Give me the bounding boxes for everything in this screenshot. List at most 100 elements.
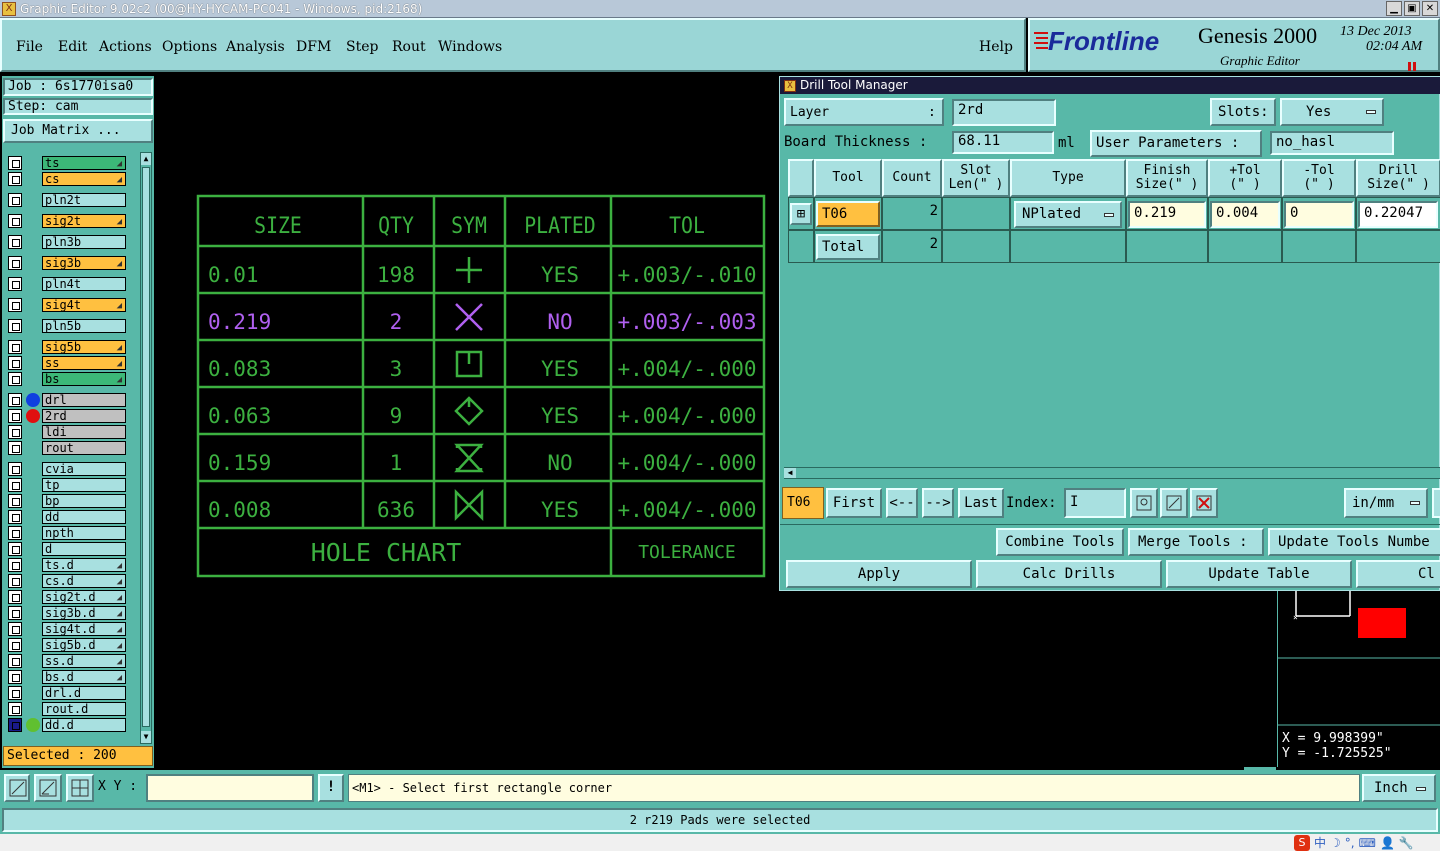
layer-row-sig3b[interactable]: sig3b ◢ xyxy=(8,256,126,270)
layer-row-pln4t[interactable]: pln4t xyxy=(8,277,126,291)
layer-scrollbar[interactable]: ▲ ▼ xyxy=(140,152,152,744)
column-header-1[interactable]: Tool xyxy=(814,159,882,197)
drill-input[interactable]: 0.22047 xyxy=(1358,201,1438,228)
layer-name[interactable]: ts.d ◢ xyxy=(42,558,126,572)
menu-actions[interactable]: Actions xyxy=(99,39,152,55)
layer-checkbox[interactable] xyxy=(8,298,22,312)
layer-row-drl[interactable]: drl xyxy=(8,393,126,407)
layer-checkbox[interactable] xyxy=(8,606,22,620)
layer-name[interactable]: npth xyxy=(42,526,126,540)
table-hscrollbar[interactable]: ◀ xyxy=(784,467,1440,479)
menu-file[interactable]: File xyxy=(16,39,43,55)
layer-row-tp[interactable]: tp xyxy=(8,478,126,492)
layer-row-pln5b[interactable]: pln5b xyxy=(8,319,126,333)
layer-row-d[interactable]: d xyxy=(8,542,126,556)
layer-name[interactable]: rout.d xyxy=(42,702,126,716)
layer-checkbox[interactable] xyxy=(8,372,22,386)
last-button[interactable]: Last xyxy=(958,488,1004,518)
scroll-left-icon[interactable]: ◀ xyxy=(784,468,796,478)
layer-row-cs-d[interactable]: cs.d ◢ xyxy=(8,574,126,588)
layer-value[interactable]: 2rd xyxy=(952,99,1056,126)
merge-tools-button[interactable]: Merge Tools : xyxy=(1128,528,1264,556)
layer-name[interactable]: pln4t xyxy=(42,277,126,291)
layer-row-sig4t[interactable]: sig4t ◢ xyxy=(8,298,126,312)
layer-row-dd[interactable]: dd xyxy=(8,510,126,524)
finish-input[interactable]: 0.219 xyxy=(1128,201,1206,228)
layer-row-pln2t[interactable]: pln2t xyxy=(8,193,126,207)
layer-checkbox[interactable] xyxy=(8,638,22,652)
layer-name[interactable]: rout xyxy=(42,441,126,455)
pause-icon[interactable] xyxy=(1408,60,1418,71)
column-header-4[interactable]: Type xyxy=(1010,159,1126,197)
column-header-0[interactable] xyxy=(788,159,814,197)
job-matrix-button[interactable]: Job Matrix ... xyxy=(3,119,153,143)
layer-checkbox[interactable] xyxy=(8,494,22,508)
layer-row-ss[interactable]: ss ◢ xyxy=(8,356,126,370)
layer-row-sig4t-d[interactable]: sig4t.d ◢ xyxy=(8,622,126,636)
layer-name[interactable]: ss.d ◢ xyxy=(42,654,126,668)
column-header-8[interactable]: Drill Size(" ) xyxy=(1356,159,1440,197)
layer-row-rout[interactable]: rout xyxy=(8,441,126,455)
menu-edit[interactable]: Edit xyxy=(58,39,87,55)
layer-name[interactable]: cs ◢ xyxy=(42,172,126,186)
layer-row-dd-d[interactable]: dd.d xyxy=(8,718,126,732)
layer-checkbox[interactable] xyxy=(8,478,22,492)
layer-checkbox[interactable] xyxy=(8,542,22,556)
layer-checkbox[interactable] xyxy=(8,340,22,354)
layer-name[interactable]: bs ◢ xyxy=(42,372,126,386)
menu-analysis[interactable]: Analysis xyxy=(226,39,285,55)
layer-checkbox[interactable] xyxy=(8,686,22,700)
column-header-7[interactable]: -Tol (" ) xyxy=(1282,159,1356,197)
ime-icon[interactable]: S xyxy=(1294,834,1310,851)
minimize-button[interactable]: ▁ xyxy=(1386,1,1402,16)
column-header-2[interactable]: Count xyxy=(882,159,942,197)
expand-icon[interactable]: ⊞ xyxy=(790,203,812,225)
column-header-5[interactable]: Finish Size(" ) xyxy=(1126,159,1208,197)
layer-checkbox[interactable] xyxy=(8,235,22,249)
grid-icon[interactable] xyxy=(66,774,94,802)
column-header-3[interactable]: Slot Len(" ) xyxy=(942,159,1010,197)
layer-checkbox[interactable] xyxy=(8,702,22,716)
close-button[interactable]: ✕ xyxy=(1422,1,1438,16)
calc-drills-button[interactable]: Calc Drills xyxy=(976,560,1162,588)
layer-row-bs[interactable]: bs ◢ xyxy=(8,372,126,386)
scroll-down-icon[interactable]: ▼ xyxy=(141,731,151,743)
layer-row-pln3b[interactable]: pln3b xyxy=(8,235,126,249)
layer-name[interactable]: ldi xyxy=(42,425,126,439)
layer-name[interactable]: 2rd xyxy=(42,409,126,423)
layer-row-ts[interactable]: ts ◢ xyxy=(8,156,126,170)
layer-row-cs[interactable]: cs ◢ xyxy=(8,172,126,186)
graphic-canvas[interactable]: SIZE QTY SYM PLATED TOL 0.01 198 YES +.003/-.010… xyxy=(158,76,778,766)
layer-checkbox[interactable] xyxy=(8,156,22,170)
update-table-button[interactable]: Update Table xyxy=(1166,560,1352,588)
layer-name[interactable]: pln3b xyxy=(42,235,126,249)
layer-name[interactable]: ts ◢ xyxy=(42,156,126,170)
layer-row-sig5b-d[interactable]: sig5b.d ◢ xyxy=(8,638,126,652)
layer-checkbox[interactable] xyxy=(8,574,22,588)
layer-row-sig2t-d[interactable]: sig2t.d ◢ xyxy=(8,590,126,604)
layer-checkbox[interactable] xyxy=(8,214,22,228)
layer-checkbox[interactable] xyxy=(8,590,22,604)
layer-checkbox[interactable] xyxy=(8,356,22,370)
layer-checkbox[interactable] xyxy=(8,425,22,439)
layer-row-bs-d[interactable]: bs.d ◢ xyxy=(8,670,126,684)
column-header-6[interactable]: +Tol (" ) xyxy=(1208,159,1282,197)
layer-checkbox[interactable] xyxy=(8,670,22,684)
overview-map[interactable]: × X = 9.998399" Y = -1.725525" xyxy=(1277,591,1440,767)
layer-checkbox[interactable] xyxy=(8,654,22,668)
type-dropdown[interactable]: NPlated xyxy=(1014,201,1122,228)
menu-help[interactable]: Help xyxy=(979,39,1013,55)
layer-row-bp[interactable]: bp xyxy=(8,494,126,508)
layer-row-sig2t[interactable]: sig2t ◢ xyxy=(8,214,126,228)
user-icon[interactable]: 👤 xyxy=(1380,836,1395,850)
layer-label-button[interactable]: Layer : xyxy=(784,98,944,126)
layer-name[interactable]: sig4t ◢ xyxy=(42,298,126,312)
layer-checkbox[interactable] xyxy=(8,558,22,572)
zoom-fit-icon[interactable] xyxy=(4,774,30,802)
layer-name[interactable]: sig4t.d ◢ xyxy=(42,622,126,636)
layer-name[interactable]: ss ◢ xyxy=(42,356,126,370)
layer-row-rout-d[interactable]: rout.d xyxy=(8,702,126,716)
layer-checkbox[interactable] xyxy=(8,319,22,333)
layer-row-drl-d[interactable]: drl.d xyxy=(8,686,126,700)
layer-row-ss-d[interactable]: ss.d ◢ xyxy=(8,654,126,668)
